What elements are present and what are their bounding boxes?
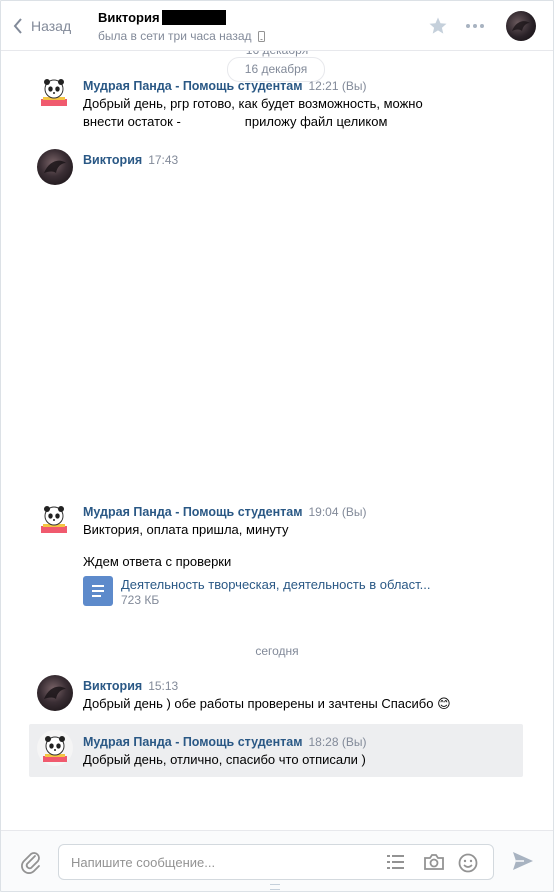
message-input-box[interactable] [58,844,494,880]
author-name: Виктория [83,153,143,167]
author-name: Мудрая Панда - Помощь студентам [83,505,303,519]
victoria-avatar[interactable] [37,149,73,185]
peer-status: была в сети три часа назад [98,29,265,43]
message-line-part: приложу файл целиком [244,114,388,129]
message-text: Виктория, оплата пришла, минуту [83,522,289,537]
message-line-part: внести остаток - [83,114,181,129]
message-author[interactable]: Мудрая Панда - Помощь студентам 12:21 (Вы… [83,79,366,93]
message-history[interactable]: 16 декабря 16 декабря Мудрая Панда - Пом… [1,43,553,829]
more-icon[interactable] [465,23,485,29]
message-author[interactable]: Мудрая Панда - Помощь студентам 19:04 (Вы… [83,505,366,519]
message-time[interactable]: 17:43 [148,153,178,167]
document-attachment[interactable]: Деятельность творческая, деятельность в … [83,576,483,608]
message-author[interactable]: Мудрая Панда - Помощь студентам 18:28 (Вы… [83,735,366,749]
time-value: 18:28 [308,735,339,749]
you-suffix: (Вы) [341,79,367,93]
smile-emoji: 😊 [437,696,451,711]
message-text: Добрый день, отлично, спасибо что отписа… [83,752,366,767]
you-suffix: (Вы) [341,735,367,749]
message-time[interactable]: 19:04 (Вы) [308,505,366,519]
messenger-window: Назад Виктория была в сети три часа наза… [0,0,554,892]
chevron-left-icon [13,18,22,34]
author-name: Мудрая Панда - Помощь студентам [83,735,303,749]
you-suffix: (Вы) [341,505,367,519]
time-value: 19:04 [308,505,339,519]
message-text: Добрый день ) обе работы проверены и зач… [83,695,523,713]
mobile-icon [257,30,265,42]
peer-status-text: была в сети три часа назад [98,29,252,43]
back-button[interactable]: Назад [13,16,71,36]
peer-name[interactable]: Виктория [98,10,226,25]
author-name: Мудрая Панда - Помощь студентам [83,79,303,93]
emoji-icon[interactable] [458,853,478,873]
message-line: внести остаток - приложу файл целиком [83,113,523,131]
chat-header: Назад Виктория была в сети три часа наза… [1,1,553,51]
time-value: 12:21 [308,79,339,93]
message-composer [1,830,553,891]
document-size: 723 КБ [121,593,160,607]
panda-avatar[interactable] [37,73,73,109]
resize-grip[interactable] [270,884,280,890]
paperclip-icon[interactable] [19,850,43,874]
message-time[interactable]: 12:21 (Вы) [308,79,366,93]
message-time[interactable]: 15:13 [148,679,178,693]
back-label: Назад [31,18,72,34]
message-line: Добрый день, ргр готово, как будет возмо… [83,96,423,111]
document-title[interactable]: Деятельность творческая, деятельность в … [121,577,441,592]
peer-name-text: Виктория [98,10,160,25]
list-icon[interactable] [386,853,406,871]
peer-avatar[interactable] [506,11,536,41]
message-time[interactable]: 18:28 (Вы) [308,735,366,749]
panda-avatar[interactable] [37,730,73,766]
message-author[interactable]: Виктория 17:43 [83,153,178,167]
message-text: Ждем ответа с проверки [83,554,232,569]
message-author[interactable]: Виктория 15:13 [83,679,178,693]
document-icon [83,576,113,606]
camera-icon[interactable] [423,853,445,871]
panda-avatar[interactable] [37,500,73,536]
message-input[interactable] [71,853,371,871]
day-separator: сегодня [255,644,299,658]
message-text-content: Добрый день ) обе работы проверены и зач… [83,696,434,711]
message-text: Добрый день, ргр готово, как будет возмо… [83,95,523,131]
victoria-avatar[interactable] [37,675,73,711]
redacted-surname [161,10,226,25]
star-icon[interactable] [428,16,448,36]
send-icon[interactable] [512,851,534,871]
author-name: Виктория [83,679,143,693]
